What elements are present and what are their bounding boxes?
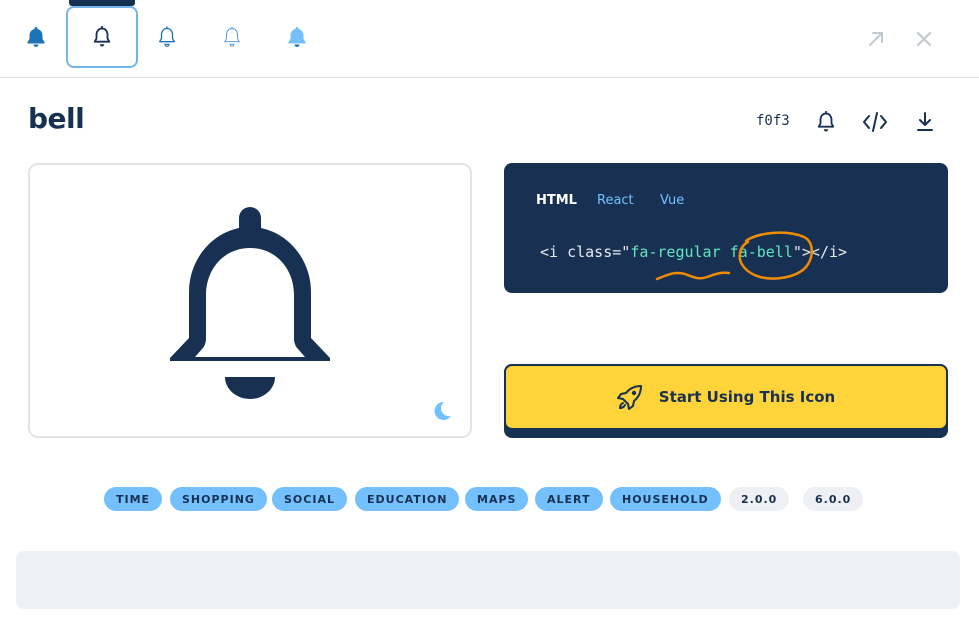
tag-alert[interactable]: ALERT xyxy=(535,487,603,511)
unicode-value[interactable]: f0f3 xyxy=(756,113,790,129)
style-solid-button[interactable] xyxy=(0,6,72,68)
version-badge-latest[interactable]: 6.0.0 xyxy=(803,487,864,511)
footer-placeholder xyxy=(16,551,960,609)
bell-solid-icon xyxy=(27,27,45,47)
category-tags: TIME SHOPPING SOCIAL EDUCATION MAPS ALER… xyxy=(0,487,979,511)
style-regular-button[interactable] xyxy=(66,6,138,68)
bell-preview-icon xyxy=(170,207,330,399)
icon-preview-panel xyxy=(28,163,472,438)
version-badge-first[interactable]: 2.0.0 xyxy=(729,487,790,511)
download-icon[interactable] xyxy=(911,108,939,136)
tab-html[interactable]: HTML xyxy=(536,193,577,208)
code-prefix: <i class=" xyxy=(540,243,631,261)
bell-duotone-icon xyxy=(288,27,306,47)
style-duotone-button[interactable] xyxy=(261,6,333,68)
copy-svg-code-icon[interactable] xyxy=(861,108,889,136)
icon-style-toolbar xyxy=(0,0,979,78)
tab-react[interactable]: React xyxy=(597,193,634,208)
rocket-icon xyxy=(616,385,642,410)
tag-shopping[interactable]: SHOPPING xyxy=(170,487,267,511)
tag-social[interactable]: SOCIAL xyxy=(272,487,347,511)
code-class-style: fa-regular xyxy=(630,243,721,261)
bell-thin-icon xyxy=(224,26,240,47)
tag-education[interactable]: EDUCATION xyxy=(355,487,460,511)
bell-light-icon xyxy=(159,26,175,47)
code-snippet-panel: HTML React Vue <i class="fa-regular fa-b… xyxy=(504,163,948,293)
close-icon[interactable] xyxy=(911,26,937,52)
annotation-underline xyxy=(655,271,731,281)
style-thin-button[interactable] xyxy=(196,6,268,68)
dark-mode-moon-icon[interactable] xyxy=(431,400,453,426)
start-button-shadow: Start Using This Icon xyxy=(504,364,948,438)
annotation-circle xyxy=(738,231,813,280)
tag-time[interactable]: TIME xyxy=(104,487,163,511)
bell-regular-icon xyxy=(93,26,111,47)
tag-household[interactable]: HOUSEHOLD xyxy=(610,487,721,511)
icon-title: bell xyxy=(28,102,85,135)
tab-vue[interactable]: Vue xyxy=(660,193,684,208)
tag-maps[interactable]: MAPS xyxy=(465,487,529,511)
style-light-button[interactable] xyxy=(131,6,203,68)
copy-glyph-bell-icon[interactable] xyxy=(812,108,840,136)
start-using-button[interactable]: Start Using This Icon xyxy=(504,364,948,430)
start-button-label: Start Using This Icon xyxy=(658,388,836,406)
expand-icon[interactable] xyxy=(863,26,889,52)
